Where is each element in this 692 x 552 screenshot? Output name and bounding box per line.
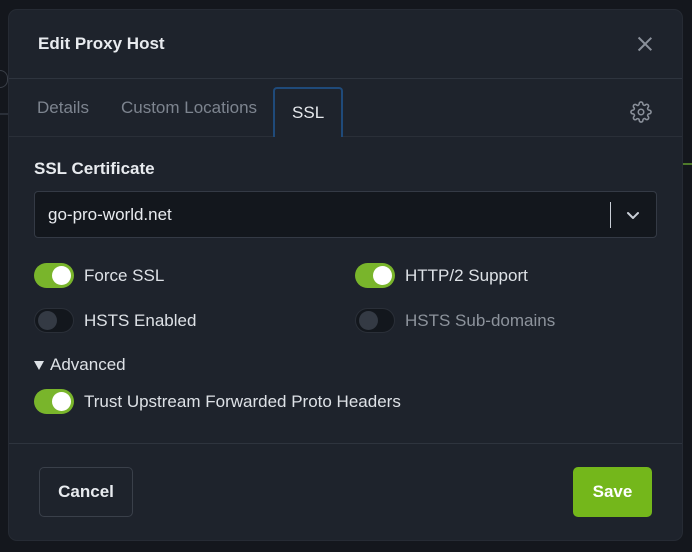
- tab-details[interactable]: Details: [37, 79, 89, 136]
- http2-support-label: HTTP/2 Support: [405, 265, 528, 285]
- ssl-certificate-select[interactable]: go-pro-world.net: [34, 191, 657, 238]
- advanced-label: Advanced: [50, 355, 126, 374]
- hsts-enabled-label: HSTS Enabled: [84, 310, 197, 330]
- ssl-certificate-value: go-pro-world.net: [48, 204, 172, 224]
- hsts-enabled-switch[interactable]: [34, 308, 74, 333]
- force-ssl-label: Force SSL: [84, 265, 165, 285]
- force-ssl-toggle[interactable]: Force SSL: [34, 263, 355, 288]
- http2-support-switch[interactable]: [355, 263, 395, 288]
- ssl-toggles: Force SSL HTTP/2 Support HSTS Enabled HS…: [34, 263, 657, 333]
- trust-upstream-headers-switch[interactable]: [34, 389, 74, 414]
- tab-custom-locations[interactable]: Custom Locations: [121, 79, 257, 136]
- save-button[interactable]: Save: [573, 467, 652, 517]
- ssl-certificate-label: SSL Certificate: [34, 159, 155, 178]
- modal-title: Edit Proxy Host: [38, 34, 165, 53]
- hsts-enabled-toggle[interactable]: HSTS Enabled: [34, 308, 355, 333]
- switch-knob: [52, 392, 71, 411]
- advanced-disclosure[interactable]: Advanced: [34, 355, 657, 375]
- switch-knob: [373, 266, 392, 285]
- trust-upstream-headers-label: Trust Upstream Forwarded Proto Headers: [84, 391, 401, 411]
- ssl-panel: SSL Certificate go-pro-world.net Force S…: [9, 137, 682, 414]
- switch-knob: [52, 266, 71, 285]
- background-decoration: [0, 70, 8, 88]
- tab-bar: Details Custom Locations SSL: [9, 79, 682, 137]
- hsts-subdomains-toggle[interactable]: HSTS Sub-domains: [355, 308, 655, 333]
- select-separator: [609, 201, 611, 228]
- gear-icon[interactable]: [630, 101, 652, 123]
- modal-header: Edit Proxy Host: [9, 10, 682, 79]
- hsts-subdomains-label: HSTS Sub-domains: [405, 310, 556, 330]
- modal-footer: Cancel Save: [9, 443, 682, 540]
- force-ssl-switch[interactable]: [34, 263, 74, 288]
- cancel-button[interactable]: Cancel: [39, 467, 133, 517]
- caret-down-icon: [34, 360, 44, 370]
- switch-knob: [38, 311, 57, 330]
- switch-knob: [359, 311, 378, 330]
- close-icon[interactable]: [636, 35, 654, 53]
- chevron-down-icon[interactable]: [625, 207, 641, 223]
- http2-support-toggle[interactable]: HTTP/2 Support: [355, 263, 655, 288]
- edit-proxy-host-modal: Edit Proxy Host Details Custom Locations…: [9, 10, 682, 540]
- tab-ssl[interactable]: SSL: [273, 87, 344, 137]
- trust-upstream-headers-toggle[interactable]: Trust Upstream Forwarded Proto Headers: [34, 389, 657, 414]
- hsts-subdomains-switch[interactable]: [355, 308, 395, 333]
